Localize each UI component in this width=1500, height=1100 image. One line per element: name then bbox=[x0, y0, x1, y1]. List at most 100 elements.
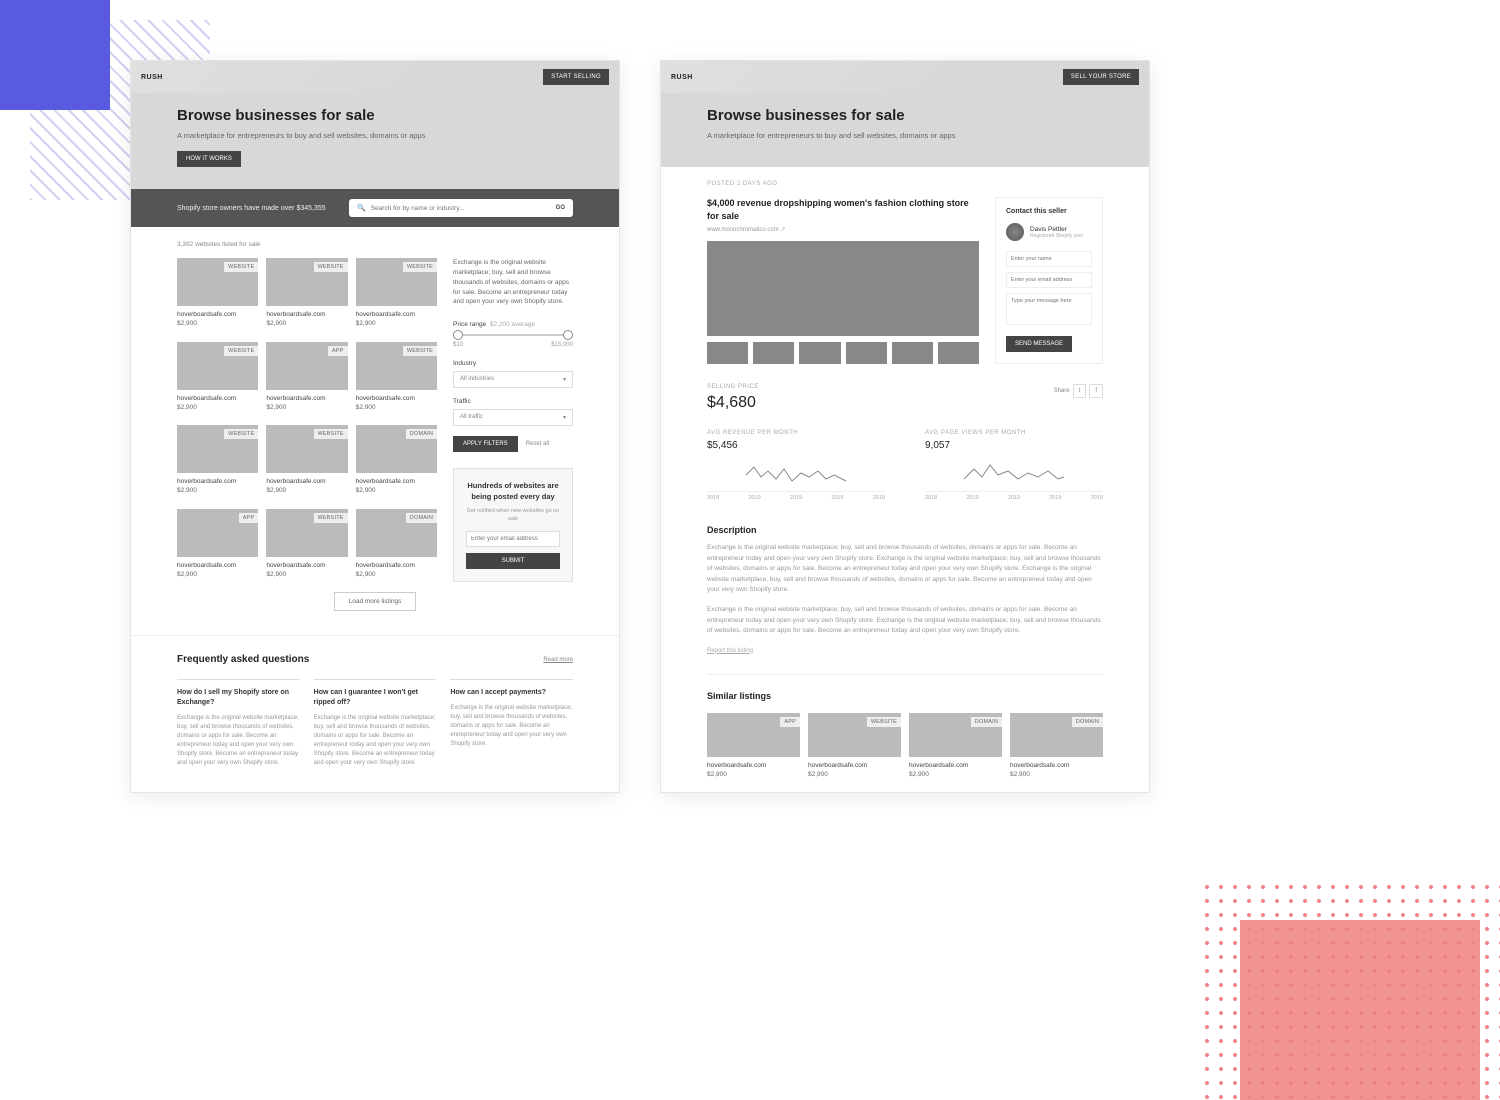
filter-sidebar: Exchange is the original website marketp… bbox=[453, 258, 573, 582]
faq-read-more-link[interactable]: Read more bbox=[543, 657, 573, 663]
listing-thumbnails bbox=[707, 342, 979, 364]
chevron-down-icon: ▾ bbox=[563, 376, 566, 383]
thumbnail[interactable] bbox=[799, 342, 840, 364]
thumbnail[interactable] bbox=[707, 342, 748, 364]
search-go-button[interactable]: GO bbox=[556, 205, 565, 211]
listing-tag: WEBSITE bbox=[403, 346, 437, 356]
description-p1: Exchange is the original website marketp… bbox=[707, 543, 1103, 595]
listing-card[interactable]: APPhoverboardsafe.com$2,900 bbox=[266, 342, 347, 416]
listing-title: hoverboardsafe.com bbox=[356, 395, 437, 402]
listing-title: hoverboardsafe.com bbox=[909, 762, 1002, 769]
reset-filters-link[interactable]: Reset all bbox=[526, 441, 549, 447]
promo-email-input[interactable] bbox=[466, 531, 560, 547]
listing-card[interactable]: WEBSITEhoverboardsafe.com$2,900 bbox=[266, 258, 347, 332]
listing-thumb: APP bbox=[707, 713, 800, 757]
listing-card[interactable]: WEBSITEhoverboardsafe.com$2,900 bbox=[808, 713, 901, 778]
axis-tick: 2019 bbox=[873, 495, 885, 501]
search-input[interactable] bbox=[371, 205, 551, 212]
price-min: $10 bbox=[453, 342, 463, 348]
description-section: Description Exchange is the original web… bbox=[707, 525, 1103, 653]
sidebar-blurb: Exchange is the original website marketp… bbox=[453, 258, 573, 307]
listing-thumb: WEBSITE bbox=[808, 713, 901, 757]
listing-price: $2,900 bbox=[266, 571, 347, 578]
listing-tag: DOMAIN bbox=[406, 429, 437, 439]
apply-filters-button[interactable]: APPLY FILTERS bbox=[453, 436, 518, 452]
listing-card[interactable]: WEBSITEhoverboardsafe.com$2,900 bbox=[177, 425, 258, 499]
listing-price: $2,900 bbox=[909, 771, 1002, 778]
listing-grid: WEBSITEhoverboardsafe.com$2,900WEBSITEho… bbox=[177, 258, 437, 582]
hero-subtitle: A marketplace for entrepreneurs to buy a… bbox=[707, 130, 1103, 141]
listing-card[interactable]: WEBSITEhoverboardsafe.com$2,900 bbox=[356, 342, 437, 416]
listing-card[interactable]: APPhoverboardsafe.com$2,900 bbox=[177, 509, 258, 583]
listing-card[interactable]: DOMAIN hoverboardsafe.com $2,900 bbox=[909, 713, 1002, 778]
brand-logo[interactable]: RUSH bbox=[671, 74, 693, 81]
listing-tag: WEBSITE bbox=[867, 717, 901, 727]
share-facebook-button[interactable]: f bbox=[1089, 384, 1103, 398]
stat-views-label: AVG PAGE VIEWS PER MONTH bbox=[925, 430, 1103, 436]
share-row: Share t f bbox=[1054, 384, 1103, 398]
listing-card[interactable]: DOMAINhoverboardsafe.com$2,900 bbox=[356, 425, 437, 499]
listing-tag: APP bbox=[239, 513, 259, 523]
listing-card[interactable]: DOMAINhoverboardsafe.com$2,900 bbox=[356, 509, 437, 583]
hero: Browse businesses for sale A marketplace… bbox=[661, 93, 1149, 167]
contact-email-input[interactable] bbox=[1006, 272, 1092, 288]
header: RUSH SELL YOUR STORE bbox=[661, 61, 1149, 93]
contact-message-input[interactable] bbox=[1006, 293, 1092, 325]
contact-title: Contact this seller bbox=[1006, 208, 1092, 215]
stats-note: Shopify store owners have made over $345… bbox=[177, 205, 337, 212]
listing-card[interactable]: APPhoverboardsafe.com$2,900 bbox=[707, 713, 800, 778]
price-slider[interactable] bbox=[453, 334, 573, 336]
load-more-button[interactable]: Load more listings bbox=[334, 592, 417, 611]
faq-item: How can I accept payments?Exchange is th… bbox=[450, 679, 573, 768]
listing-tag: WEBSITE bbox=[314, 513, 348, 523]
listing-hero-image bbox=[707, 241, 979, 336]
listing-card[interactable]: WEBSITEhoverboardsafe.com$2,900 bbox=[266, 425, 347, 499]
listing-card[interactable]: WEBSITEhoverboardsafe.com$2,900 bbox=[177, 258, 258, 332]
listing-thumb: DOMAIN bbox=[356, 509, 437, 557]
faq-answer: Exchange is the original website marketp… bbox=[177, 714, 300, 768]
listing-thumb: DOMAIN bbox=[909, 713, 1002, 757]
listing-card[interactable]: WEBSITEhoverboardsafe.com$2,900 bbox=[266, 509, 347, 583]
listing-price: $2,900 bbox=[177, 571, 258, 578]
traffic-label: Traffic bbox=[453, 398, 573, 405]
listing-price: $2,900 bbox=[356, 487, 437, 494]
faq-question: How can I accept payments? bbox=[450, 688, 573, 698]
listing-title: hoverboardsafe.com bbox=[808, 762, 901, 769]
thumbnail[interactable] bbox=[846, 342, 887, 364]
faq-answer: Exchange is the original website marketp… bbox=[314, 714, 437, 768]
contact-name-input[interactable] bbox=[1006, 251, 1092, 267]
contact-seller-panel: Contact this seller Davis PettlerRegiste… bbox=[995, 197, 1103, 364]
selling-price-label: SELLING PRICE bbox=[707, 384, 759, 390]
listing-url[interactable]: www.monochromatico.com ↗ bbox=[707, 226, 979, 233]
stat-revenue: AVG REVENUE PER MONTH $5,456 20182019201… bbox=[707, 430, 885, 501]
stat-pageviews: AVG PAGE VIEWS PER MONTH 9,057 201820192… bbox=[925, 430, 1103, 501]
search-box[interactable]: 🔍 GO bbox=[349, 199, 573, 217]
listing-thumb: DOMAIN bbox=[356, 425, 437, 473]
sell-store-button[interactable]: SELL YOUR STORE bbox=[1063, 69, 1139, 85]
seller-info: Davis PettlerRegistered Shopify user bbox=[1006, 223, 1092, 241]
brand-logo[interactable]: RUSH bbox=[141, 74, 163, 81]
listing-card[interactable]: WEBSITEhoverboardsafe.com$2,900 bbox=[177, 342, 258, 416]
search-icon: 🔍 bbox=[357, 204, 366, 212]
promo-sub: Get notified when new websites go on sal… bbox=[466, 508, 560, 523]
listing-count: 3,392 websites listed for sale bbox=[177, 241, 573, 248]
axis-tick: 2018 bbox=[707, 495, 719, 501]
share-twitter-button[interactable]: t bbox=[1073, 384, 1087, 398]
listing-title: hoverboardsafe.com bbox=[266, 395, 347, 402]
report-listing-link[interactable]: Report this listing bbox=[707, 648, 753, 654]
listing-tag: DOMAIN bbox=[1072, 717, 1103, 727]
listing-thumb: WEBSITE bbox=[177, 342, 258, 390]
start-selling-button[interactable]: START SELLING bbox=[543, 69, 609, 85]
listing-card[interactable]: DOMAINhoverboardsafe.com$2,900 bbox=[1010, 713, 1103, 778]
promo-submit-button[interactable]: SUBMIT bbox=[466, 553, 560, 569]
listing-card[interactable]: WEBSITEhoverboardsafe.com$2,900 bbox=[356, 258, 437, 332]
thumbnail[interactable] bbox=[892, 342, 933, 364]
industry-select[interactable]: All industries▾ bbox=[453, 371, 573, 388]
send-message-button[interactable]: SEND MESSAGE bbox=[1006, 336, 1072, 352]
thumbnail[interactable] bbox=[938, 342, 979, 364]
thumbnail[interactable] bbox=[753, 342, 794, 364]
how-it-works-button[interactable]: HOW IT WORKS bbox=[177, 151, 241, 167]
traffic-select[interactable]: All traffic▾ bbox=[453, 409, 573, 426]
listing-thumb: WEBSITE bbox=[356, 258, 437, 306]
listing-tag: WEBSITE bbox=[224, 346, 258, 356]
